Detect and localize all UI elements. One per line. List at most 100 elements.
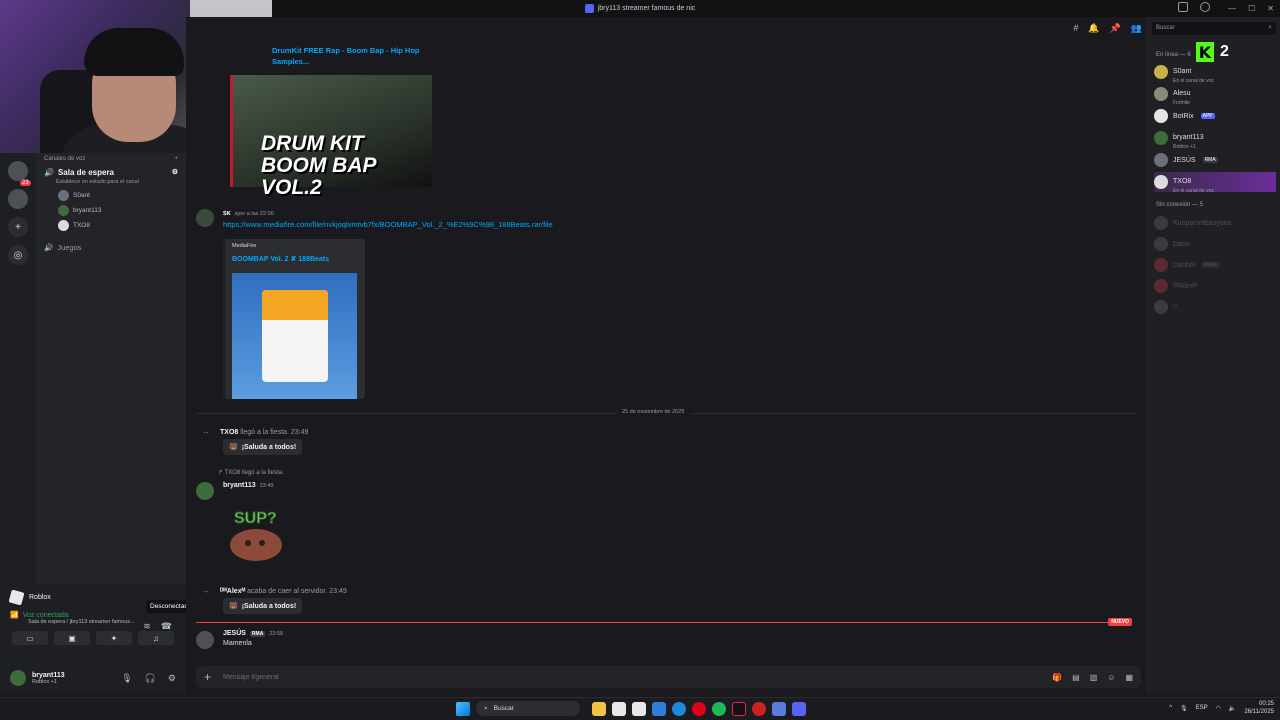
member-item[interactable]: BotRix APP	[1154, 106, 1276, 126]
member-item[interactable]: S0ant En el canal de voz	[1154, 62, 1276, 84]
mediafire-link[interactable]: https://www.mediafire.com/file/nvkjoqlxm…	[223, 220, 553, 229]
voice-channel-juegos[interactable]: 🔊 Juegos	[36, 239, 186, 255]
sticker-icon[interactable]: ▧	[1090, 673, 1098, 682]
member-item[interactable]: Dario	[1154, 234, 1276, 254]
speaker-icon: 🔊	[44, 167, 54, 177]
member-item[interactable]: Kunpamntbasyuna	[1154, 213, 1276, 233]
calendar-app-icon[interactable]	[612, 701, 626, 716]
join-message: → ᴰᴹAlexᴹ acaba de caer al servidor. 23:4…	[201, 585, 347, 595]
noise-suppression-icon[interactable]: ≋	[143, 621, 151, 632]
maximize-button[interactable]: ☐	[1248, 4, 1255, 13]
members-icon[interactable]: 👥	[1131, 23, 1142, 34]
spotify-icon[interactable]	[712, 701, 726, 716]
add-attachment-icon[interactable]: +	[204, 670, 211, 684]
apps-icon[interactable]: ▦	[1125, 673, 1133, 682]
member-item[interactable]: JESÚS RMA	[1154, 150, 1276, 170]
discover-icon[interactable]: ◎	[8, 245, 28, 265]
sticker-text: SUP?	[234, 510, 277, 527]
avatar	[1154, 175, 1168, 189]
member-item[interactable]: Danbel FRAK	[1154, 255, 1276, 275]
bell-icon[interactable]: 🔔	[1088, 23, 1099, 34]
new-messages-line	[196, 622, 1131, 623]
inbox-icon[interactable]	[1178, 2, 1188, 12]
member-item[interactable]: ᴰᴹAlexᴹ	[1154, 276, 1276, 296]
minimize-button[interactable]: —	[1228, 4, 1236, 13]
language-indicator[interactable]: ESP	[1196, 705, 1208, 711]
link-embed[interactable]: MediaFire BOOMBAP Vol. 2 ✘ 188Beats	[223, 239, 365, 399]
sup-sticker[interactable]: SUP?	[226, 505, 290, 565]
member-item[interactable]: Alesu Fortnite	[1154, 84, 1276, 106]
disconnect-icon[interactable]: ☎	[161, 621, 172, 632]
start-button[interactable]	[456, 701, 470, 716]
server-icon-2[interactable]	[8, 189, 28, 209]
kick-overlay: K 2	[1196, 42, 1229, 62]
server-icon-1[interactable]	[8, 161, 28, 181]
message-composer[interactable]: + Mensaje #general 🎁 ▤ ▧ ☺ ▦	[196, 666, 1141, 688]
voice-member[interactable]: TXO8	[36, 218, 186, 233]
store-icon[interactable]	[632, 701, 646, 716]
emoji-icon[interactable]: ☺	[1107, 673, 1115, 682]
voice-member[interactable]: bryant113	[36, 203, 186, 218]
threads-icon[interactable]: #	[1073, 23, 1078, 34]
activities-button[interactable]: ✦	[96, 631, 132, 645]
soundboard-button[interactable]: ♫	[138, 631, 174, 645]
message-input[interactable]: Mensaje #general	[223, 674, 1040, 681]
avatar	[1154, 87, 1168, 101]
tiktok-icon[interactable]	[732, 701, 746, 716]
discord-avatar-icon[interactable]	[196, 631, 214, 649]
headphones-icon[interactable]: 🎧	[145, 673, 156, 684]
avatar	[1154, 279, 1168, 293]
message-author[interactable]: ꜱᴋ ayer a las 22:00	[223, 209, 274, 217]
avatar	[1154, 258, 1168, 272]
voice-member[interactable]: S0ant	[36, 188, 186, 203]
wave-button[interactable]: 🐻 ¡Saluda a todos!	[223, 598, 303, 614]
taskbar-search[interactable]: ⌕ Buscar	[476, 701, 580, 716]
clock[interactable]: 00:25 26/11/2025	[1244, 700, 1274, 716]
signal-icon[interactable]: 📶	[10, 611, 19, 619]
member-item[interactable]: ᵐ	[1154, 297, 1276, 317]
embed-video-thumbnail[interactable]: DRUM KIT BOOM BAP VOL.2	[230, 75, 432, 199]
mail-icon[interactable]	[652, 701, 666, 716]
close-button[interactable]: ✕	[1267, 4, 1274, 13]
reply-reference[interactable]: ↱ TXO8 llegó a la fiesta.	[218, 469, 284, 476]
gif-icon[interactable]: ▤	[1072, 673, 1080, 682]
avatar[interactable]	[196, 209, 214, 227]
message-author[interactable]: JESÚS RMA 23:58	[223, 630, 283, 637]
edge-icon[interactable]	[672, 701, 686, 716]
mic-icon[interactable]: 🎙	[121, 673, 132, 684]
voice-status[interactable]: Establece un estado para el canal	[36, 179, 186, 188]
add-server-icon[interactable]: +	[8, 217, 28, 237]
pin-icon[interactable]: 📌	[1110, 23, 1121, 34]
camera-button[interactable]: ▭	[12, 631, 48, 645]
settings-icon[interactable]: ⚙	[168, 673, 176, 684]
screenshare-button[interactable]: ▣	[54, 631, 90, 645]
avatar	[58, 220, 69, 231]
channel-settings-icon[interactable]: ⚙	[172, 168, 178, 176]
voice-category[interactable]: Canales de voz +	[36, 153, 186, 165]
mic-tray-icon[interactable]: 🎙	[1180, 705, 1188, 712]
member-item[interactable]: TXO8 En el canal de voz	[1154, 172, 1276, 194]
search-input[interactable]: Buscar ⌕	[1152, 22, 1276, 35]
discord-icon[interactable]	[792, 701, 806, 716]
avatar[interactable]	[196, 482, 214, 500]
message-author[interactable]: bryant113 23:49	[223, 482, 273, 489]
member-item[interactable]: bryant113 Roblox +1	[1154, 128, 1276, 150]
youtube-icon[interactable]	[692, 701, 706, 716]
kick-logo-icon: K	[1196, 42, 1214, 62]
join-arrow-icon: →	[201, 585, 210, 595]
window-title: jbry113 streamer famous de nic	[597, 5, 696, 12]
embed-title[interactable]: DrumKit FREE Rap - Boom Bap - Hip Hop Sa…	[272, 45, 432, 67]
obs-icon[interactable]	[752, 701, 766, 716]
gift-icon[interactable]: 🎁	[1052, 673, 1062, 682]
chevron-up-icon[interactable]: ^	[1169, 705, 1172, 711]
file-explorer-icon[interactable]	[592, 701, 606, 716]
wifi-icon[interactable]: ◠	[1216, 705, 1221, 712]
volume-icon[interactable]: 🔈	[1229, 705, 1236, 712]
voice-channel-sala[interactable]: 🔊 Sala de espera ⚙	[36, 165, 186, 179]
avatar	[10, 670, 26, 686]
avatar	[58, 205, 69, 216]
wave-button[interactable]: 🐻 ¡Saluda a todos!	[223, 439, 303, 455]
current-user[interactable]: bryant113 Roblox +1 🎙 🎧 ⚙	[0, 663, 186, 693]
app-icon[interactable]	[772, 701, 786, 716]
help-icon[interactable]	[1200, 2, 1210, 12]
